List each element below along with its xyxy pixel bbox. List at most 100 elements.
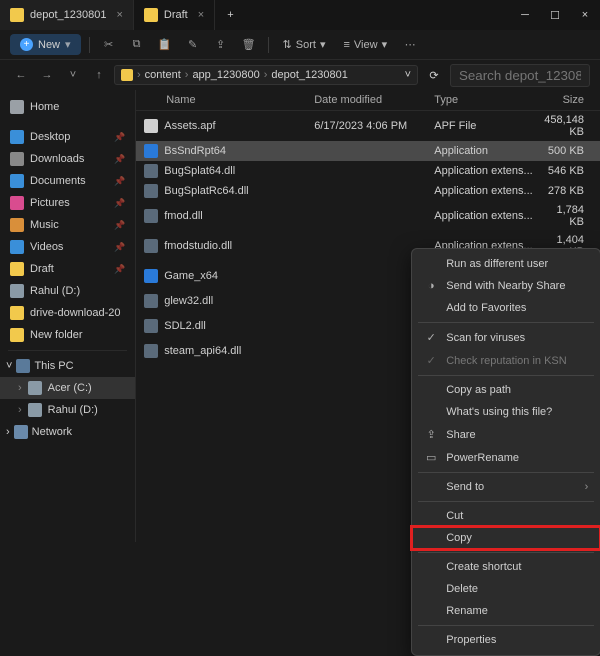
file-row[interactable]: BugSplatRc64.dllApplication extens...278… (136, 181, 600, 201)
context-item[interactable]: ⇪Share (412, 423, 600, 446)
chevron-down-icon: ▾ (320, 38, 326, 51)
sidebar-label: Home (30, 101, 59, 113)
context-item[interactable]: Delete (412, 578, 600, 600)
file-date: 6/17/2023 4:06 PM (314, 120, 434, 132)
context-item[interactable]: ▭PowerRename (412, 446, 600, 469)
context-item[interactable]: ✓Check reputation in KSN (412, 349, 600, 372)
file-row[interactable]: BsSndRpt64Application500 KB (136, 141, 600, 161)
new-button[interactable]: + New ▾ (10, 34, 81, 55)
tab-draft[interactable]: Draft × (134, 0, 215, 30)
delete-button[interactable]: 🗑 (238, 34, 260, 56)
file-row[interactable]: Assets.apf6/17/2023 4:06 PMAPF File458,1… (136, 111, 600, 141)
close-icon[interactable]: × (198, 9, 204, 21)
sidebar-item[interactable]: Downloads📌 (0, 148, 135, 170)
sidebar-label: Desktop (30, 131, 70, 143)
context-item[interactable]: Rename (412, 600, 600, 622)
col-type[interactable]: Type (434, 94, 544, 106)
folder-icon (10, 8, 24, 22)
cut-button[interactable]: ✂ (98, 34, 120, 56)
context-item[interactable]: Copy as path (412, 379, 600, 401)
context-item[interactable]: Run as different user (412, 253, 600, 275)
chevron-right-icon: › (6, 426, 10, 438)
file-name: fmodstudio.dll (164, 240, 232, 252)
recent-button[interactable]: ˅ (62, 64, 84, 86)
chevron-down-icon[interactable]: ˅ (405, 69, 411, 81)
minimize-button[interactable]: ─ (510, 0, 540, 30)
sidebar-item[interactable]: Music📌 (0, 214, 135, 236)
toolbar: + New ▾ ✂ ⧉ 📋 ✎ ⇪ 🗑 ⇅ Sort ▾ ≡ View ▾ ⋯ (0, 30, 600, 60)
copy-button[interactable]: ⧉ (126, 34, 148, 56)
fold-icon (10, 306, 24, 320)
col-name[interactable]: Name (144, 94, 314, 106)
sidebar-network[interactable]: › Network (0, 421, 135, 443)
sidebar-item[interactable]: Desktop📌 (0, 126, 135, 148)
close-button[interactable]: × (570, 0, 600, 30)
up-button[interactable]: ↑ (88, 64, 110, 86)
separator (418, 375, 594, 376)
tab-depot[interactable]: depot_1230801 × (0, 0, 134, 30)
context-item[interactable]: Properties (412, 629, 600, 651)
separator (89, 37, 90, 53)
view-button[interactable]: ≡ View ▾ (337, 35, 393, 54)
col-date[interactable]: Date modified (314, 94, 434, 106)
drive-icon (28, 403, 42, 417)
context-menu: Run as different user ◑Send with Nearby S… (411, 248, 600, 656)
menu-label: Send with Nearby Share (446, 280, 565, 292)
crumb[interactable]: content (145, 69, 181, 81)
sidebar-item[interactable]: Pictures📌 (0, 192, 135, 214)
context-item[interactable]: Add to Favorites (412, 297, 600, 319)
file-row[interactable]: BugSplat64.dllApplication extens...546 K… (136, 161, 600, 181)
forward-button[interactable]: → (36, 64, 58, 86)
sidebar-item[interactable]: drive-download-20 (0, 302, 135, 324)
sidebar-drive[interactable]: ›Acer (C:) (0, 377, 135, 399)
file-size: 1,784 KB (544, 204, 592, 228)
sidebar-thispc[interactable]: ˅ This PC (0, 355, 135, 377)
sidebar-label: Rahul (D:) (48, 404, 98, 416)
file-name: glew32.dll (164, 295, 213, 307)
context-item[interactable]: Send to› (412, 476, 600, 498)
sidebar-item[interactable]: Draft📌 (0, 258, 135, 280)
sidebar-item[interactable]: Rahul (D:) (0, 280, 135, 302)
menu-label: Properties (446, 634, 496, 646)
rename-button[interactable]: ✎ (182, 34, 204, 56)
titlebar: depot_1230801 × Draft × + ─ ☐ × (0, 0, 600, 30)
menu-label: Share (446, 429, 475, 441)
share-button[interactable]: ⇪ (210, 34, 232, 56)
context-item[interactable]: Create shortcut (412, 556, 600, 578)
menu-icon: ✓ (424, 331, 438, 344)
maximize-button[interactable]: ☐ (540, 0, 570, 30)
sidebar-home[interactable]: Home (0, 96, 135, 118)
context-item[interactable]: Cut (412, 505, 600, 527)
menu-label: Run as different user (446, 258, 548, 270)
context-item[interactable]: What's using this file? (412, 401, 600, 423)
context-item[interactable]: ✓Scan for viruses (412, 326, 600, 349)
menu-label: Create shortcut (446, 561, 521, 573)
col-size[interactable]: Size (544, 94, 592, 106)
menu-label: PowerRename (446, 452, 519, 464)
back-button[interactable]: ← (10, 64, 32, 86)
breadcrumb[interactable]: › content › app_1230800 › depot_1230801 … (114, 65, 418, 85)
file-name: BsSndRpt64 (164, 145, 226, 157)
close-icon[interactable]: × (116, 9, 122, 21)
more-button[interactable]: ⋯ (399, 34, 421, 56)
sidebar-item[interactable]: Videos📌 (0, 236, 135, 258)
context-item[interactable]: Copy (412, 527, 600, 549)
pin-icon: 📌 (114, 176, 125, 187)
sidebar-item[interactable]: New folder (0, 324, 135, 346)
new-tab-button[interactable]: + (215, 0, 245, 30)
crumb[interactable]: app_1230800 (192, 69, 259, 81)
file-row[interactable]: fmod.dllApplication extens...1,784 KB (136, 201, 600, 231)
search-input[interactable] (450, 64, 590, 87)
paste-button[interactable]: 📋 (154, 34, 176, 56)
crumb[interactable]: depot_1230801 (271, 69, 347, 81)
context-item[interactable]: ◑Send with Nearby Share (412, 275, 600, 297)
sidebar-drive[interactable]: ›Rahul (D:) (0, 399, 135, 421)
pin-icon: 📌 (114, 198, 125, 209)
sort-button[interactable]: ⇅ Sort ▾ (277, 35, 332, 54)
sidebar-item[interactable]: Documents📌 (0, 170, 135, 192)
sidebar-label: Videos (30, 241, 63, 253)
file-icon (144, 294, 158, 308)
separator (418, 322, 594, 323)
refresh-button[interactable]: ⟳ (422, 69, 446, 82)
chevron-down-icon: ▾ (65, 38, 71, 51)
